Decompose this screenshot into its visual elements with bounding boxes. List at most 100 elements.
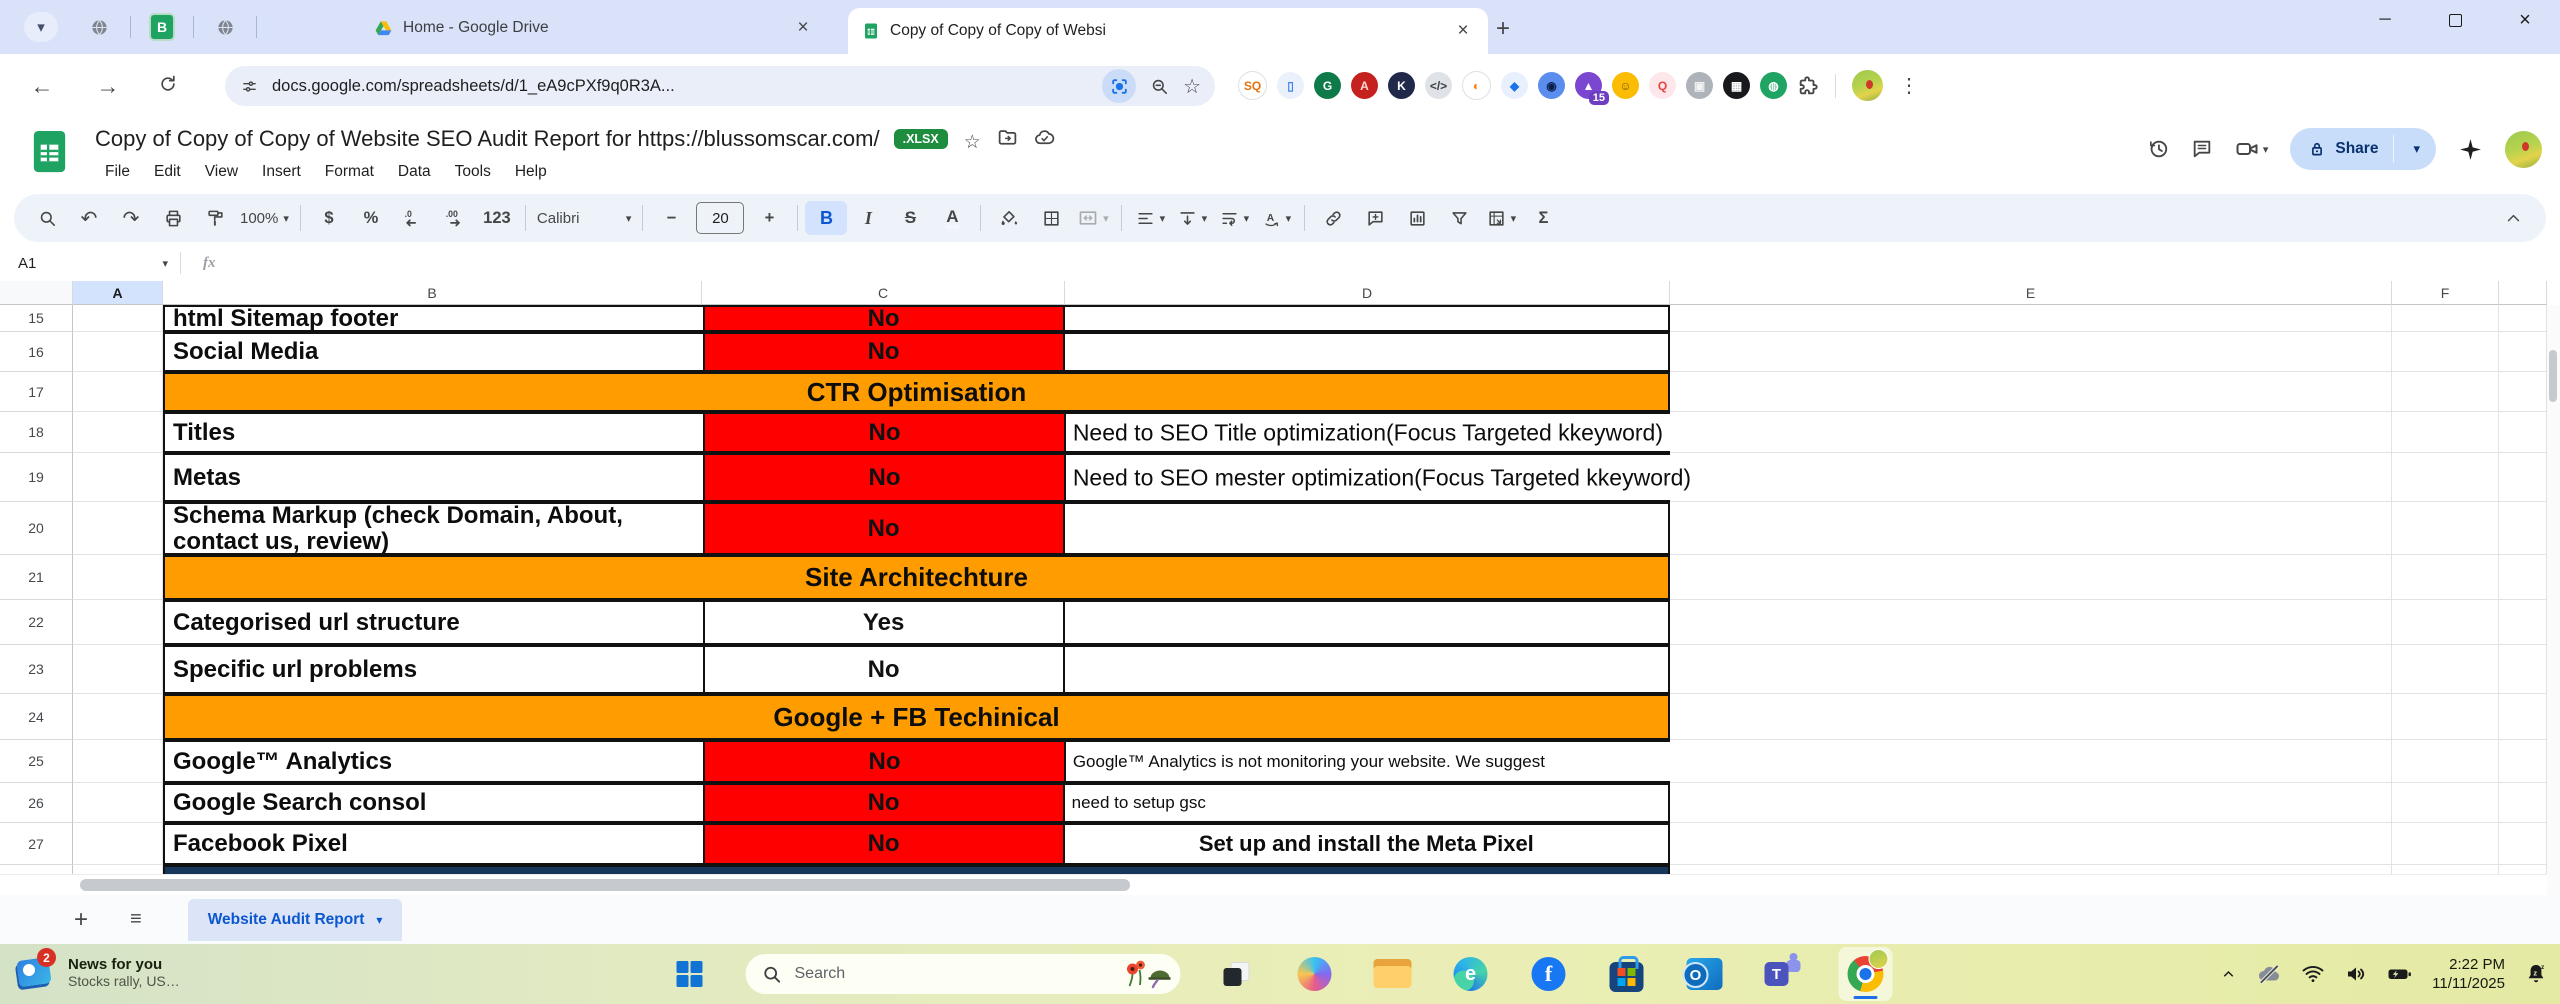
- cell-c27-status[interactable]: No: [703, 825, 1065, 863]
- green-dot-extension-icon[interactable]: ◍: [1760, 72, 1787, 99]
- cell-g20[interactable]: [2499, 502, 2547, 555]
- reload-button[interactable]: [158, 74, 178, 94]
- cell-f18[interactable]: [2392, 412, 2499, 453]
- phone-extension-icon[interactable]: ▯: [1277, 72, 1304, 99]
- row-header-17[interactable]: 17: [0, 372, 73, 412]
- cell-e20[interactable]: [1670, 502, 2392, 555]
- grid-corner[interactable]: [0, 281, 73, 305]
- bookmark-star-icon[interactable]: ☆: [1183, 74, 1201, 99]
- cell-c26-status[interactable]: No: [703, 785, 1065, 821]
- row-header-15[interactable]: 15: [0, 305, 73, 332]
- menu-tools[interactable]: Tools: [445, 160, 501, 184]
- audit-table-row[interactable]: MetasNoNeed to SEO mester optimization(F…: [163, 453, 1670, 502]
- cell-a16[interactable]: [73, 332, 163, 372]
- user-avatar[interactable]: [2505, 131, 2542, 168]
- cell-d18[interactable]: Need to SEO Title optimization(Focus Tar…: [1066, 414, 1670, 451]
- sheets-logo-icon[interactable]: [26, 128, 73, 175]
- globe-icon[interactable]: [86, 14, 112, 40]
- audit-table-row[interactable]: Google + FB Techinical: [163, 694, 1670, 740]
- cell-d26[interactable]: need to setup gsc: [1065, 785, 1668, 821]
- teams-icon[interactable]: T: [1761, 952, 1805, 996]
- cell-e16[interactable]: [1670, 332, 2392, 372]
- row-header-24[interactable]: 24: [0, 694, 73, 740]
- italic[interactable]: I: [847, 201, 889, 235]
- zoom-select[interactable]: 100%▾: [236, 201, 293, 235]
- cell-f27[interactable]: [2392, 823, 2499, 865]
- table-row[interactable]: 21Site Architechture: [0, 555, 2560, 600]
- cell-c15-status[interactable]: No: [703, 307, 1065, 330]
- cell-e17[interactable]: [1670, 372, 2392, 412]
- keyword-k-extension-icon[interactable]: K: [1388, 72, 1415, 99]
- cell-f24[interactable]: [2392, 694, 2499, 740]
- functions[interactable]: Σ: [1522, 201, 1564, 235]
- cell-g24[interactable]: [2499, 694, 2547, 740]
- cell-f15[interactable]: [2392, 305, 2499, 332]
- cell-a22[interactable]: [73, 600, 163, 645]
- seoquake-extension-icon[interactable]: SQ: [1238, 71, 1267, 100]
- paint-format-icon[interactable]: [194, 201, 236, 235]
- cell-c19-status[interactable]: No: [703, 455, 1066, 500]
- bold[interactable]: B: [805, 201, 847, 235]
- cell-e21[interactable]: [1670, 555, 2392, 600]
- column-header-A[interactable]: A: [73, 281, 163, 305]
- cell-c22-status[interactable]: Yes: [703, 602, 1065, 643]
- gemini-icon[interactable]: [2458, 137, 2483, 162]
- cell-a19[interactable]: [73, 453, 163, 502]
- cell-e25[interactable]: [1670, 740, 2392, 783]
- url-text[interactable]: docs.google.com/spreadsheets/d/1_eA9cPXf…: [272, 77, 675, 96]
- column-header-D[interactable]: D: [1065, 281, 1670, 305]
- row-header-19[interactable]: 19: [0, 453, 73, 502]
- row-header-25[interactable]: 25: [0, 740, 73, 783]
- cell-d16[interactable]: [1065, 334, 1668, 370]
- cell-b22[interactable]: Categorised url structure: [165, 602, 703, 643]
- outlook-icon[interactable]: [1683, 952, 1727, 996]
- clock[interactable]: 2:22 PM 11/11/2025: [2432, 955, 2505, 993]
- column-header-C[interactable]: C: [702, 281, 1065, 305]
- audit-table-row[interactable]: html Sitemap footerNo: [163, 305, 1670, 332]
- column-headers[interactable]: ABCDEF: [0, 281, 2560, 305]
- menu-format[interactable]: Format: [315, 160, 384, 184]
- google-lens-icon[interactable]: [1102, 69, 1136, 103]
- cell-b15[interactable]: html Sitemap footer: [165, 307, 703, 330]
- comments-icon[interactable]: [2191, 138, 2213, 160]
- audit-table-row[interactable]: Google™ AnalyticsNoGoogle™ Analytics is …: [163, 740, 1670, 783]
- row-header-20[interactable]: 20: [0, 502, 73, 555]
- table-row[interactable]: 23Specific url problemsNo: [0, 645, 2560, 694]
- cell-e23[interactable]: [1670, 645, 2392, 694]
- row-header-27[interactable]: 27: [0, 823, 73, 865]
- microsoft-store-icon[interactable]: [1605, 952, 1649, 996]
- document-status-cloud-icon[interactable]: [1034, 127, 1055, 148]
- extensions-puzzle-icon[interactable]: [1797, 75, 1819, 97]
- copilot-icon[interactable]: [1293, 952, 1337, 996]
- strikethrough[interactable]: S: [889, 201, 931, 235]
- font-size-decrease[interactable]: −: [650, 201, 692, 235]
- cell-b25[interactable]: Google™ Analytics: [165, 742, 703, 781]
- uploader-extension-icon[interactable]: ▲15: [1575, 72, 1602, 99]
- table-row[interactable]: 25 Google™ AnalyticsNoGoogle™ Analytics i…: [0, 740, 2560, 783]
- cell-e24[interactable]: [1670, 694, 2392, 740]
- text-rotation-icon[interactable]: A▾: [1255, 201, 1297, 235]
- browser-menu-icon[interactable]: ⋮: [1893, 73, 1925, 98]
- b-extension-icon[interactable]: B: [149, 14, 175, 40]
- font-size-input[interactable]: 20: [692, 201, 748, 235]
- undo-icon[interactable]: ↶: [68, 201, 110, 235]
- chrome-icon-active[interactable]: [1839, 947, 1893, 1001]
- cell-a17[interactable]: [73, 372, 163, 412]
- wifi-icon[interactable]: [2301, 962, 2325, 986]
- vertical-scrollbar[interactable]: [2546, 305, 2560, 895]
- qr-black-extension-icon[interactable]: ▦: [1723, 72, 1750, 99]
- cell-a27[interactable]: [73, 823, 163, 865]
- cell-g19[interactable]: [2499, 453, 2547, 502]
- cell-a24[interactable]: [73, 694, 163, 740]
- row-header-26[interactable]: 26: [0, 783, 73, 823]
- camera-extension-icon[interactable]: ▣: [1686, 72, 1713, 99]
- insert-chart-icon[interactable]: [1396, 201, 1438, 235]
- cell-d27[interactable]: Set up and install the Meta Pixel: [1065, 825, 1668, 863]
- audit-table-row[interactable]: Schema Markup (check Domain, About, cont…: [163, 502, 1670, 555]
- cell-f26[interactable]: [2392, 783, 2499, 823]
- globe-icon[interactable]: [212, 14, 238, 40]
- redo-icon[interactable]: ↷: [110, 201, 152, 235]
- battery-icon[interactable]: [2387, 962, 2413, 986]
- horizontal-scrollbar-thumb[interactable]: [80, 879, 1130, 891]
- share-dropdown-icon[interactable]: ▾: [2403, 141, 2430, 157]
